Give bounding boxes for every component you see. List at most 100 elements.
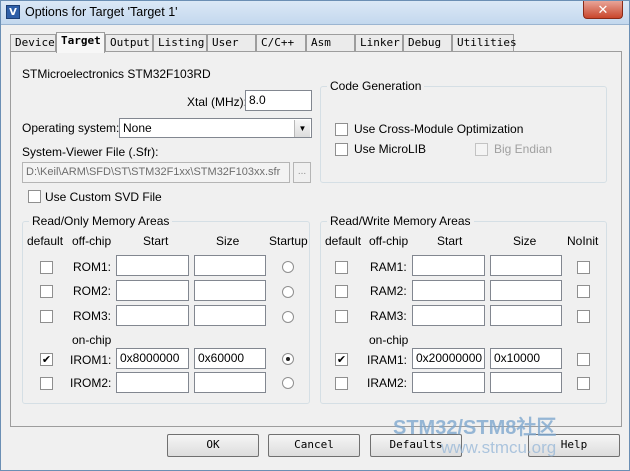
ram3-label: RAM3: xyxy=(370,309,407,323)
svd-path-input[interactable]: D:\Keil\ARM\SFD\ST\STM32F1xx\STM32F103xx… xyxy=(22,162,290,183)
rom-header-offchip: off-chip xyxy=(72,234,112,248)
iram2-noinit-checkbox[interactable] xyxy=(577,377,590,390)
tab-user[interactable]: User xyxy=(207,34,256,52)
rom1-start-input[interactable] xyxy=(116,255,189,276)
irom2-start-input[interactable] xyxy=(116,372,189,393)
ram2-default-checkbox[interactable] xyxy=(335,285,348,298)
ram-onchip-label: on-chip xyxy=(369,333,409,347)
rom-header-size: Size xyxy=(216,234,240,248)
tab-target[interactable]: Target xyxy=(56,32,105,53)
ram3-size-input[interactable] xyxy=(490,305,562,326)
iram2-default-checkbox[interactable] xyxy=(335,377,348,390)
cross-module-checkbox[interactable] xyxy=(335,123,348,136)
ram3-noinit-checkbox[interactable] xyxy=(577,310,590,323)
target-panel: STMicroelectronics STM32F103RD Xtal (MHz… xyxy=(10,51,622,427)
ram-header-size: Size xyxy=(513,234,537,248)
irom1-startup-radio[interactable] xyxy=(282,353,294,365)
iram1-start-input[interactable]: 0x20000000 xyxy=(412,348,485,369)
tab-asm[interactable]: Asm xyxy=(306,34,355,52)
irom2-startup-radio[interactable] xyxy=(282,377,294,389)
svd-browse-button[interactable]: ... xyxy=(293,162,311,183)
irom1-default-checkbox[interactable]: ✔ xyxy=(40,353,53,366)
irom1-size-input[interactable]: 0x60000 xyxy=(194,348,266,369)
ram-header-noinit: NoInit xyxy=(567,234,599,248)
title-bar[interactable]: V Options for Target 'Target 1' ✕ xyxy=(1,1,629,25)
xtal-input[interactable]: 8.0 xyxy=(245,90,312,111)
iram1-noinit-checkbox[interactable] xyxy=(577,353,590,366)
os-label: Operating system: xyxy=(22,121,120,135)
device-name: STMicroelectronics STM32F103RD xyxy=(22,67,211,81)
iram2-size-input[interactable] xyxy=(490,372,562,393)
irom1-start-input[interactable]: 0x8000000 xyxy=(116,348,189,369)
tab-cc[interactable]: C/C++ xyxy=(256,34,306,52)
code-generation-group: Code Generation Use Cross-Module Optimiz… xyxy=(320,79,607,183)
ram1-size-input[interactable] xyxy=(490,255,562,276)
iram1-size-input[interactable]: 0x10000 xyxy=(490,348,562,369)
ram2-start-input[interactable] xyxy=(412,280,485,301)
rom2-label: ROM2: xyxy=(73,284,112,298)
rom3-default-checkbox[interactable] xyxy=(40,310,53,323)
ram-group: Read/Write Memory Areas default off-chip… xyxy=(320,214,607,404)
ram-group-title: Read/Write Memory Areas xyxy=(327,214,474,228)
cross-module-label: Use Cross-Module Optimization xyxy=(354,122,524,136)
rom3-start-input[interactable] xyxy=(116,305,189,326)
rom-onchip-label: on-chip xyxy=(72,333,112,347)
ram2-size-input[interactable] xyxy=(490,280,562,301)
tab-device[interactable]: Device xyxy=(10,34,56,52)
big-endian-checkbox[interactable] xyxy=(475,143,488,156)
ram3-default-checkbox[interactable] xyxy=(335,310,348,323)
ram3-start-input[interactable] xyxy=(412,305,485,326)
os-value: None xyxy=(123,121,152,135)
microlib-checkbox[interactable] xyxy=(335,143,348,156)
rom2-size-input[interactable] xyxy=(194,280,266,301)
tab-linker[interactable]: Linker xyxy=(355,34,403,52)
ram1-default-checkbox[interactable] xyxy=(335,261,348,274)
ram-header-offchip: off-chip xyxy=(369,234,409,248)
close-button[interactable]: ✕ xyxy=(583,1,623,19)
irom2-size-input[interactable] xyxy=(194,372,266,393)
rom2-start-input[interactable] xyxy=(116,280,189,301)
ram2-noinit-checkbox[interactable] xyxy=(577,285,590,298)
custom-svd-checkbox[interactable] xyxy=(28,190,41,203)
iram2-start-input[interactable] xyxy=(412,372,485,393)
options-dialog: V Options for Target 'Target 1' ✕ Device… xyxy=(0,0,630,471)
irom2-default-checkbox[interactable] xyxy=(40,377,53,390)
rom1-startup-radio[interactable] xyxy=(282,261,294,273)
ram2-label: RAM2: xyxy=(370,284,407,298)
defaults-button[interactable]: Defaults xyxy=(370,434,462,457)
rom1-default-checkbox[interactable] xyxy=(40,261,53,274)
rom2-default-checkbox[interactable] xyxy=(40,285,53,298)
tab-listing[interactable]: Listing xyxy=(153,34,207,52)
tab-output[interactable]: Output xyxy=(105,34,153,52)
rom2-startup-radio[interactable] xyxy=(282,286,294,298)
rom-group: Read/Only Memory Areas default off-chip … xyxy=(22,214,310,404)
rom-header-startup: Startup xyxy=(269,234,308,248)
rom3-startup-radio[interactable] xyxy=(282,311,294,323)
microlib-label: Use MicroLIB xyxy=(354,142,427,156)
os-select[interactable]: None ▼ xyxy=(119,118,312,138)
irom2-label: IROM2: xyxy=(70,376,112,390)
rom3-label: ROM3: xyxy=(73,309,112,323)
svd-label: System-Viewer File (.Sfr): xyxy=(22,145,159,159)
rom-header-start: Start xyxy=(143,234,169,248)
irom1-label: IROM1: xyxy=(70,353,112,367)
rom-header-default: default xyxy=(27,234,64,248)
help-button[interactable]: Help xyxy=(528,434,620,457)
iram1-label: IRAM1: xyxy=(367,353,408,367)
custom-svd-label: Use Custom SVD File xyxy=(45,190,162,204)
rom3-size-input[interactable] xyxy=(194,305,266,326)
code-generation-title: Code Generation xyxy=(327,79,425,93)
ram1-label: RAM1: xyxy=(370,260,407,274)
tab-debug[interactable]: Debug xyxy=(403,34,452,52)
ram1-start-input[interactable] xyxy=(412,255,485,276)
iram1-default-checkbox[interactable]: ✔ xyxy=(335,353,348,366)
chevron-down-icon[interactable]: ▼ xyxy=(294,120,310,137)
ram-header-default: default xyxy=(325,234,362,248)
rom1-size-input[interactable] xyxy=(194,255,266,276)
tab-utilities[interactable]: Utilities xyxy=(452,34,517,52)
rom1-label: ROM1: xyxy=(73,260,112,274)
ok-button[interactable]: OK xyxy=(167,434,259,457)
cancel-button[interactable]: Cancel xyxy=(268,434,360,457)
ram1-noinit-checkbox[interactable] xyxy=(577,261,590,274)
xtal-label: Xtal (MHz): xyxy=(187,95,247,109)
